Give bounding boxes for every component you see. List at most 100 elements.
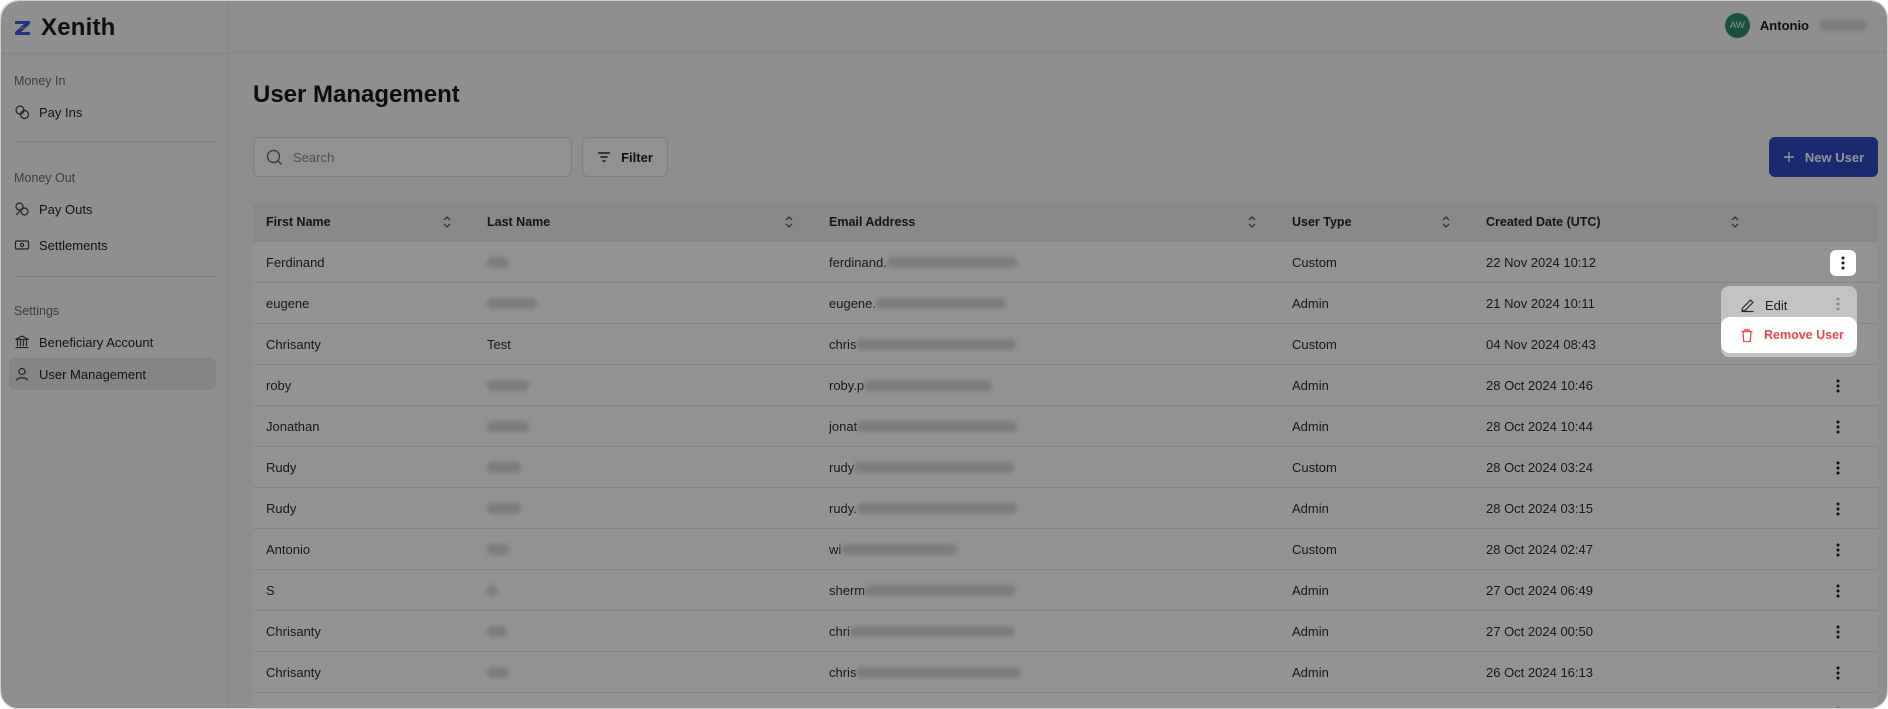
cell-text: Test [487, 337, 511, 352]
cell-first-name: Antonio [266, 529, 310, 570]
cell-user-type: Custom [1292, 529, 1337, 570]
new-user-button[interactable]: New User [1769, 137, 1878, 177]
sort-icon[interactable] [1245, 214, 1259, 230]
app-logo[interactable]: Xenith [13, 13, 116, 43]
row-actions-button[interactable] [1826, 415, 1850, 439]
cell-text: sherm [829, 583, 866, 598]
table-row[interactable]: Rudy rudy. Admin 28 Oct 2024 03:15 [253, 488, 1878, 529]
table-row[interactable] [253, 693, 1878, 708]
table-row[interactable]: Chrisanty chris Admin 26 Oct 2024 16:13 [253, 652, 1878, 693]
cell-email: roby.p [829, 365, 993, 406]
redacted-text [857, 421, 1018, 432]
cell-text: Rudy [266, 501, 297, 516]
menu-item-edit[interactable]: Edit [1730, 291, 1850, 319]
redacted-text [856, 667, 1022, 678]
cell-created-date: 28 Oct 2024 10:44 [1486, 406, 1593, 447]
redacted-text [864, 380, 993, 391]
table-row[interactable]: Chrisanty Test chris Custom 04 Nov 2024 08:4… [253, 324, 1878, 365]
cell-created-date: 27 Oct 2024 00:50 [1486, 611, 1593, 652]
table-row[interactable]: Ssherm Admin 27 Oct 2024 06:49 [253, 570, 1878, 611]
sort-icon[interactable] [1728, 214, 1742, 230]
cell-user-type: Admin [1292, 611, 1329, 652]
table-row[interactable]: Ferdinand ferdinand. Custom 22 Nov 2024 10:… [253, 242, 1878, 283]
sidebar-section-money-in: Money In [14, 74, 66, 88]
cell-text: Custom [1292, 337, 1337, 352]
plus-icon [1783, 152, 1794, 162]
pencil-icon [1741, 298, 1754, 312]
column-user-type[interactable]: User Type [1292, 201, 1352, 242]
cell-text: S [266, 583, 275, 598]
redacted-text [487, 585, 497, 596]
table-row[interactable]: Chrisanty chri Admin 27 Oct 2024 00:50 [253, 611, 1878, 652]
row-actions-button[interactable] [1826, 579, 1850, 603]
user-menu[interactable]: AW Antonio [1724, 13, 1867, 38]
table-row[interactable]: roby roby.p Admin 28 Oct 2024 10:46 [253, 365, 1878, 406]
cell-email: eugene. [829, 283, 1006, 324]
row-actions-button-active[interactable] [1830, 250, 1856, 276]
filter-button[interactable]: Filter [582, 137, 668, 177]
cell-email: ferdinand. [829, 242, 1017, 283]
redacted-text [487, 503, 521, 514]
cell-created-date: 28 Oct 2024 10:46 [1486, 365, 1593, 406]
column-email-address[interactable]: Email Address [829, 201, 915, 242]
cell-user-type: Admin [1292, 283, 1329, 324]
sidebar-section-settings: Settings [14, 304, 60, 318]
cell-text: 27 Oct 2024 00:50 [1486, 624, 1593, 639]
table-row[interactable]: Jonathan jonat Admin 28 Oct 2024 10:44 [253, 406, 1878, 447]
table-row[interactable]: Antonio wi Custom 28 Oct 2024 02:47 [253, 529, 1878, 570]
coins-out-icon [15, 202, 29, 216]
row-actions-button[interactable] [1826, 456, 1850, 480]
cell-text: jonat [829, 419, 858, 434]
table-body: Ferdinand ferdinand. Custom 22 Nov 2024 10:… [253, 242, 1878, 708]
avatar: AW [1724, 13, 1750, 38]
cell-last-name [487, 611, 507, 652]
redacted-text [856, 339, 1017, 350]
row-actions-button[interactable] [1826, 702, 1850, 708]
redacted-text [849, 626, 1015, 637]
search-box[interactable] [253, 137, 572, 177]
cell-text: 04 Nov 2024 08:43 [1486, 337, 1596, 352]
cell-user-type: Admin [1292, 406, 1329, 447]
redacted-text [841, 544, 958, 555]
row-actions-button[interactable] [1826, 374, 1850, 398]
row-actions-button[interactable] [1826, 497, 1850, 521]
cell-last-name [487, 242, 509, 283]
redacted-text [886, 257, 1017, 268]
cell-text: Chrisanty [266, 337, 321, 352]
more-vertical-icon [1836, 584, 1840, 598]
cell-text: Admin [1292, 419, 1329, 434]
cell-text: Jonathan [266, 419, 320, 434]
column-first-name[interactable]: First Name [266, 201, 331, 242]
sidebar-item-beneficiary-account[interactable]: Beneficiary Account [9, 326, 216, 358]
cell-created-date: 26 Oct 2024 16:13 [1486, 652, 1593, 693]
column-created-date[interactable]: Created Date (UTC) [1486, 201, 1601, 242]
cell-email: sherm [829, 570, 1016, 611]
cell-first-name: Jonathan [266, 406, 320, 447]
sidebar-item-settlements[interactable]: Settlements [9, 229, 216, 261]
row-actions-button[interactable] [1826, 620, 1850, 644]
more-vertical-icon [1836, 666, 1840, 680]
cell-last-name [487, 488, 521, 529]
sort-icon[interactable] [1439, 214, 1453, 230]
table-row[interactable]: eugene eugene. Admin 21 Nov 2024 10:11 [253, 283, 1878, 324]
sidebar-item-user-management[interactable]: User Management [9, 358, 216, 390]
cell-first-name: Ferdinand [266, 242, 325, 283]
redacted-text [487, 421, 529, 432]
sort-icon[interactable] [782, 214, 796, 230]
row-actions-button[interactable] [1826, 538, 1850, 562]
sort-icon[interactable] [440, 214, 454, 230]
sidebar-item-pay-outs[interactable]: Pay Outs [9, 193, 216, 225]
cell-text: 28 Oct 2024 03:24 [1486, 460, 1593, 475]
cell-text: chris [829, 665, 857, 680]
menu-item-remove-user[interactable]: Remove User [1721, 317, 1857, 353]
sidebar-item-pay-ins[interactable]: Pay Ins [9, 96, 216, 128]
cell-text: rudy [829, 460, 855, 475]
cell-text: 28 Oct 2024 03:15 [1486, 501, 1593, 516]
cell-text: Chrisanty [266, 624, 321, 639]
row-actions-button[interactable] [1826, 661, 1850, 685]
column-last-name[interactable]: Last Name [487, 201, 550, 242]
search-input[interactable] [293, 149, 553, 165]
cell-created-date: 28 Oct 2024 02:47 [1486, 529, 1593, 570]
cell-user-type: Admin [1292, 570, 1329, 611]
table-row[interactable]: Rudy rudy Custom 28 Oct 2024 03:24 [253, 447, 1878, 488]
